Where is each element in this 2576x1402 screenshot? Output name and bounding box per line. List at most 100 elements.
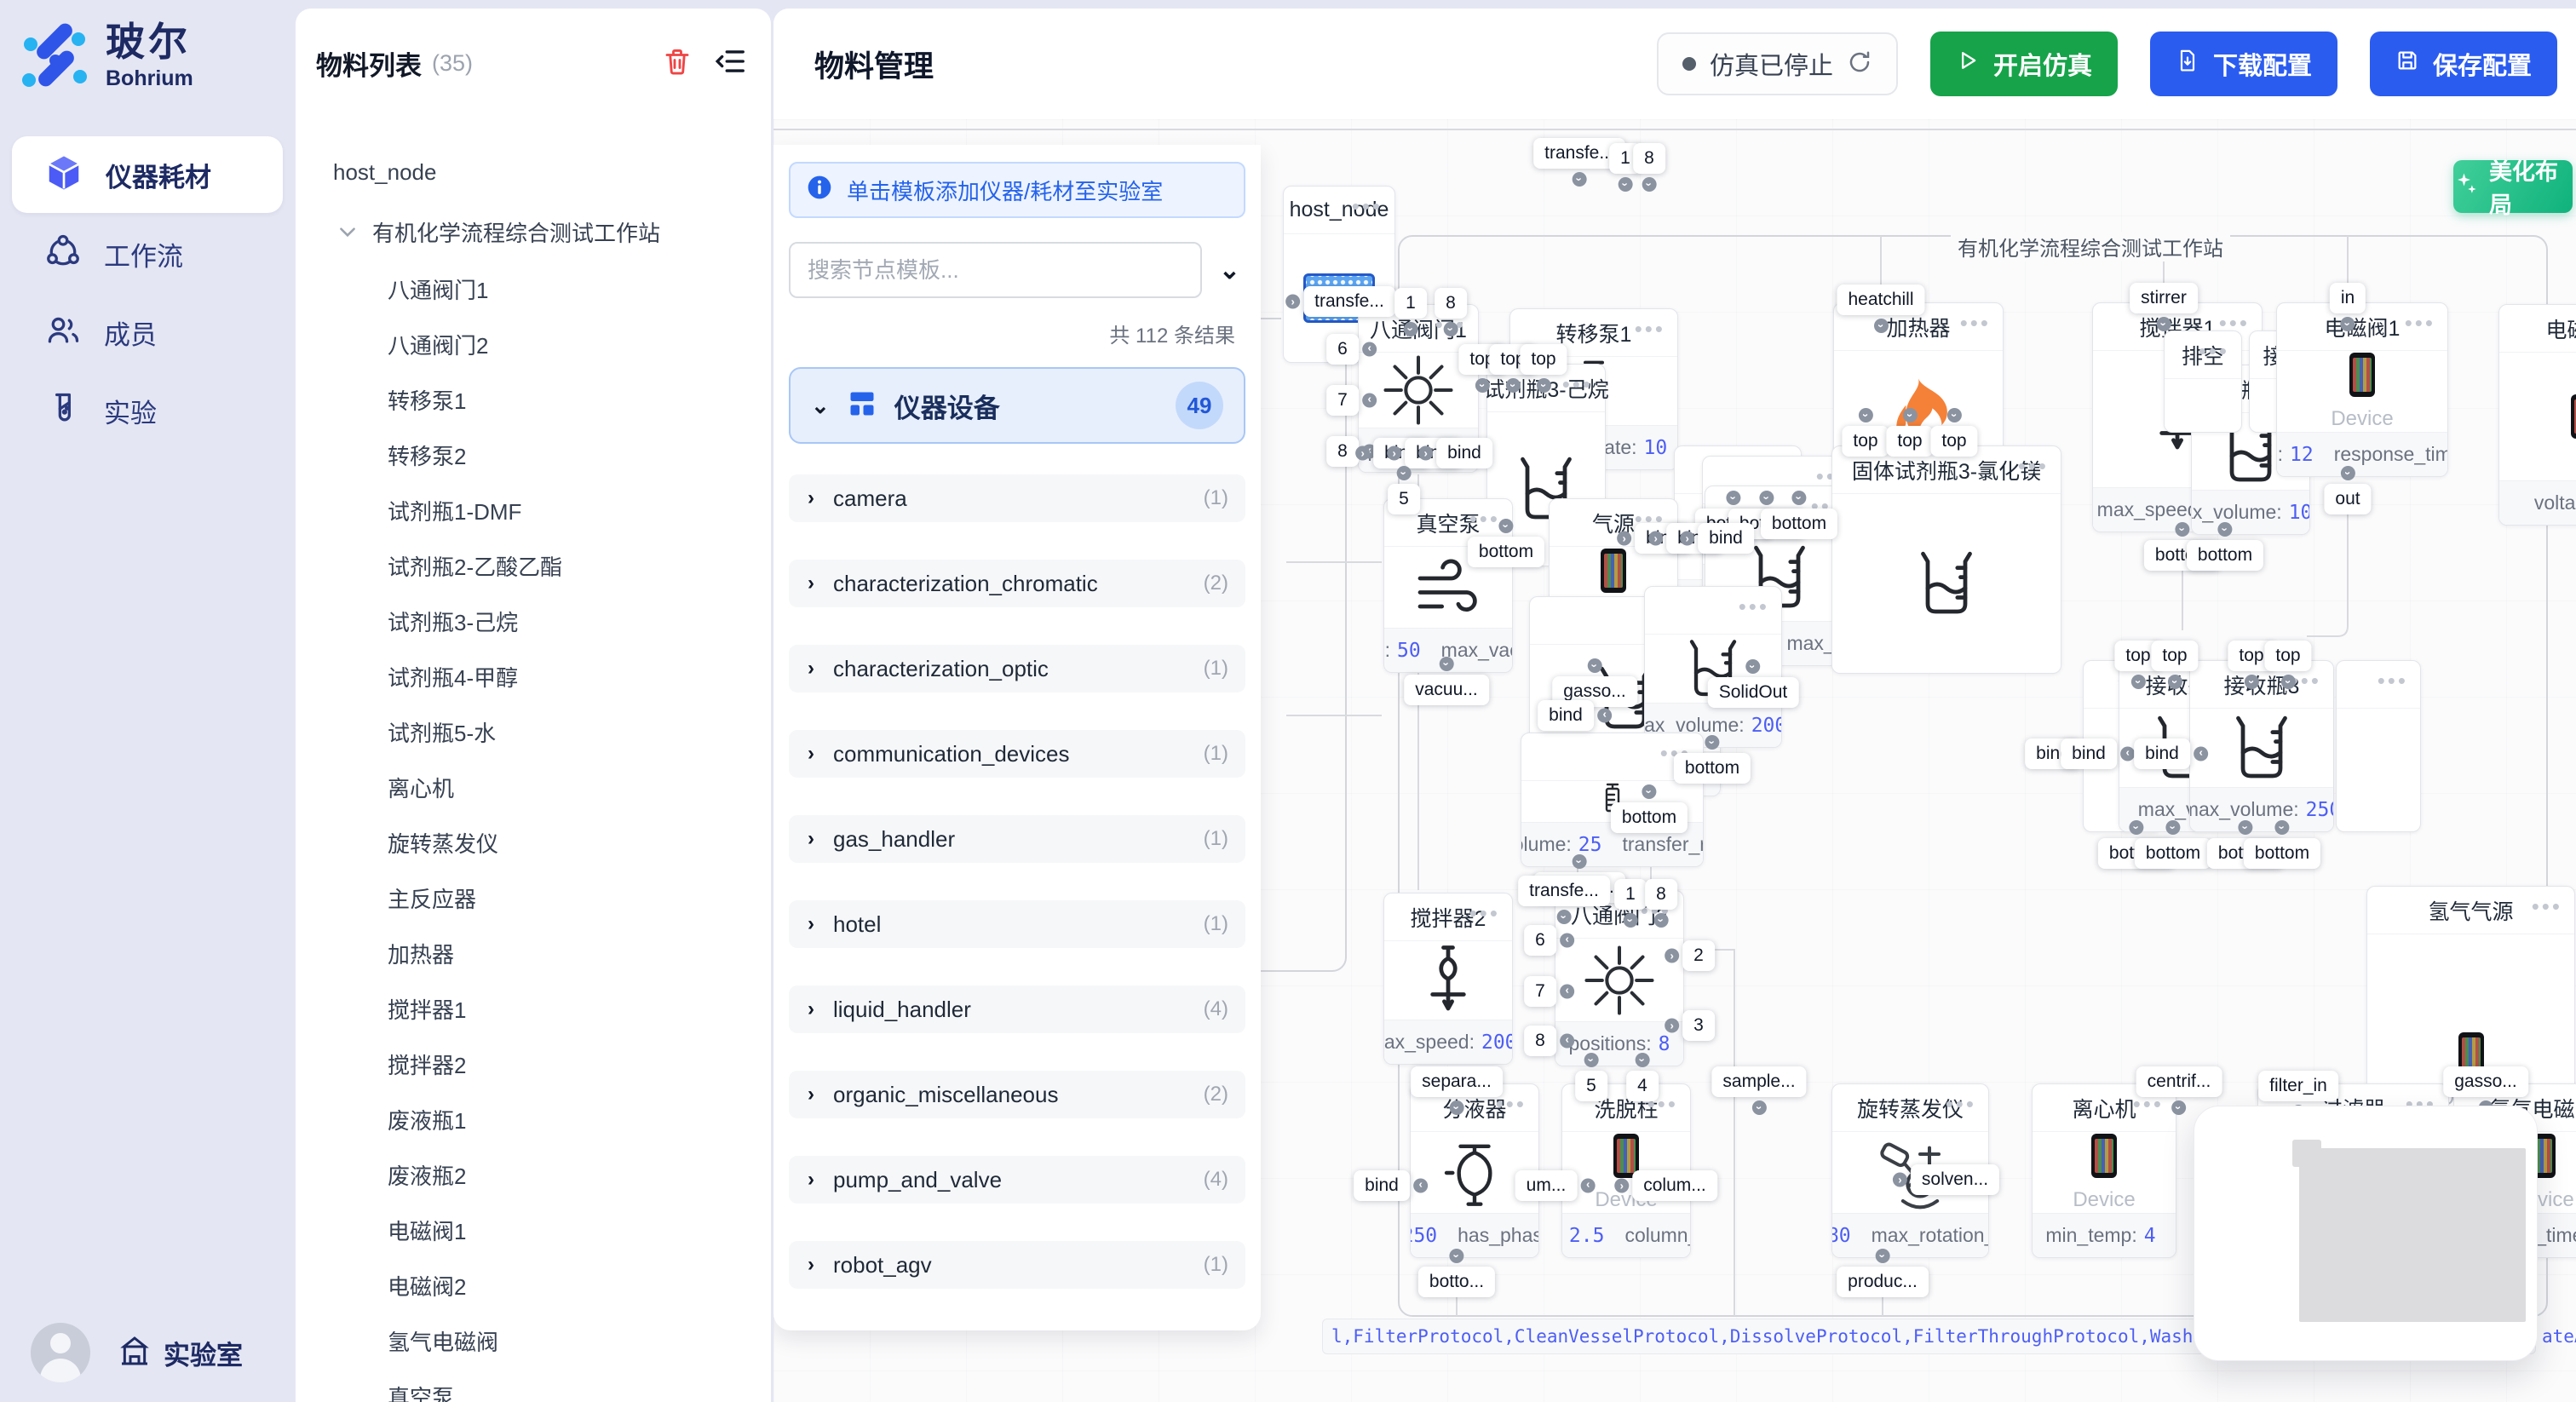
search-template-input[interactable]	[789, 242, 1202, 298]
canvas-node[interactable]: 真空泵••• pump_rate:50max_vacuum:0.1	[1383, 498, 1513, 673]
port-chip[interactable]: top›	[2151, 641, 2198, 671]
canvas-node[interactable]: 电磁阀2••• voltage:12	[2498, 304, 2576, 526]
category-row-communication_devices[interactable]: › communication_devices (1)	[789, 730, 1245, 778]
tree-group[interactable]: 有机化学流程综合测试工作站	[296, 202, 771, 261]
port-chip[interactable]: centrif...›	[2136, 1066, 2222, 1097]
category-row-pump_and_valve[interactable]: › pump_and_valve (4)	[789, 1156, 1245, 1204]
sidebar-item-workflow[interactable]: 工作流	[12, 215, 283, 293]
category-row-organic_miscellaneous[interactable]: › organic_miscellaneous (2)	[789, 1071, 1245, 1118]
port-chip[interactable]: colum...›	[1632, 1170, 1717, 1201]
category-row-liquid_handler[interactable]: › liquid_handler (4)	[789, 985, 1245, 1033]
port-chip[interactable]: 7›	[1524, 976, 1556, 1007]
port-chip[interactable]: bottom›	[1468, 537, 1544, 567]
tree-item[interactable]: 转移泵1	[296, 372, 771, 428]
start-simulation-button[interactable]: 开启仿真	[1930, 32, 2118, 96]
tree-item[interactable]: 离心机	[296, 760, 771, 815]
port-chip[interactable]: bind›	[1538, 700, 1594, 731]
port-chip[interactable]: 5›	[1575, 1071, 1607, 1101]
canvas-node[interactable]: •••	[2336, 660, 2421, 832]
tree-item[interactable]: 试剂瓶5-水	[296, 704, 771, 760]
category-row-characterization_optic[interactable]: › characterization_optic (1)	[789, 645, 1245, 692]
node-menu-icon[interactable]: •••	[2199, 338, 2229, 365]
port-chip[interactable]: 6›	[1326, 334, 1359, 365]
node-menu-icon[interactable]: •••	[1946, 1091, 1976, 1118]
port-chip[interactable]: 8›	[1633, 143, 1665, 174]
node-menu-icon[interactable]: •••	[2532, 893, 2562, 920]
category-row-hotel[interactable]: › hotel (1)	[789, 900, 1245, 948]
node-menu-icon[interactable]: •••	[1562, 371, 1593, 398]
tree-item[interactable]: 试剂瓶4-甲醇	[296, 649, 771, 704]
port-chip[interactable]: heatchill›	[1837, 284, 1924, 315]
port-chip[interactable]: 8›	[1645, 879, 1677, 910]
tree-item[interactable]: 旋转蒸发仪	[296, 815, 771, 871]
port-chip[interactable]: 8›	[1524, 1026, 1556, 1056]
port-chip[interactable]: top›	[2264, 641, 2311, 671]
tree-item[interactable]: 转移泵2	[296, 428, 771, 483]
node-menu-icon[interactable]: •••	[1739, 594, 1769, 620]
tree-item[interactable]: 试剂瓶2-乙酸乙酯	[296, 538, 771, 594]
tree-item[interactable]: 废液瓶1	[296, 1092, 771, 1147]
node-menu-icon[interactable]: •••	[1635, 316, 1665, 342]
port-chip[interactable]: 1›	[1614, 879, 1647, 910]
port-chip[interactable]: top›	[1930, 426, 1977, 457]
node-menu-icon[interactable]: •••	[2405, 310, 2435, 336]
tree-item[interactable]: 搅拌器1	[296, 981, 771, 1037]
port-chip[interactable]: um...›	[1515, 1170, 1578, 1201]
port-chip[interactable]: 8›	[1326, 436, 1359, 467]
tree-item[interactable]: 搅拌器2	[296, 1037, 771, 1092]
port-chip[interactable]: solven...›	[1911, 1164, 1999, 1195]
port-chip[interactable]: in›	[2330, 283, 2366, 313]
port-chip[interactable]: top›	[1886, 426, 1933, 457]
sidebar-item-instruments[interactable]: 仪器耗材	[12, 136, 283, 213]
canvas-node[interactable]: 电磁阀1••• Devicevoltage:12response_time:0.…	[2276, 302, 2448, 477]
save-config-button[interactable]: 保存配置	[2370, 32, 2557, 96]
node-menu-icon[interactable]: •••	[2018, 453, 2049, 480]
port-chip[interactable]: bind›	[2134, 738, 2190, 769]
sidebar-item-experiments[interactable]: 实验	[12, 371, 283, 450]
beautify-layout-button[interactable]: 美化布局	[2453, 160, 2573, 213]
tree-item[interactable]: 氢气电磁阀	[296, 1313, 771, 1369]
download-config-button[interactable]: 下载配置	[2150, 32, 2337, 96]
tree-item[interactable]: 主反应器	[296, 871, 771, 926]
port-chip[interactable]: bind›	[1354, 1170, 1410, 1201]
tree-item-root[interactable]: host_node	[296, 142, 771, 202]
collapse-panel-icon[interactable]	[715, 45, 747, 82]
port-chip[interactable]: sample...›	[1711, 1066, 1806, 1097]
collapse-palette-icon[interactable]: ⌄	[1219, 256, 1245, 285]
port-chip[interactable]: bottom›	[1674, 753, 1751, 784]
port-chip[interactable]: gasso...›	[2443, 1066, 2528, 1097]
port-chip[interactable]: bind›	[2061, 738, 2117, 769]
refresh-icon[interactable]	[1847, 49, 1872, 79]
canvas-node[interactable]: 搅拌器2••• max_speed:2000	[1383, 893, 1513, 1065]
tree-item[interactable]: 试剂瓶3-己烷	[296, 594, 771, 649]
category-row-characterization_chromatic[interactable]: › characterization_chromatic (2)	[789, 560, 1245, 607]
category-row-gas_handler[interactable]: › gas_handler (1)	[789, 815, 1245, 863]
port-chip[interactable]: bottom›	[1761, 509, 1837, 539]
port-chip[interactable]: produc...›	[1837, 1267, 1929, 1297]
port-chip[interactable]: 7›	[1326, 385, 1359, 416]
category-row-camera[interactable]: › camera (1)	[789, 474, 1245, 522]
lab-switcher[interactable]: 实验室	[118, 1334, 243, 1372]
tree-item[interactable]: 试剂瓶1-DMF	[296, 483, 771, 538]
port-chip[interactable]: transfe...›	[1303, 286, 1395, 317]
port-chip[interactable]: botto...›	[1418, 1267, 1495, 1297]
port-chip[interactable]: 5›	[1388, 484, 1420, 514]
canvas-node[interactable]: 固体试剂瓶3-氯化镁•••	[1831, 445, 2061, 674]
sidebar-item-members[interactable]: 成员	[12, 293, 283, 371]
port-chip[interactable]: separa...›	[1411, 1066, 1503, 1097]
tree-item[interactable]: 加热器	[296, 926, 771, 981]
port-chip[interactable]: filter_in›	[2258, 1071, 2338, 1101]
port-chip[interactable]: bottom›	[2135, 838, 2211, 869]
avatar[interactable]	[31, 1323, 90, 1382]
port-chip[interactable]: bottom›	[1611, 802, 1688, 833]
canvas-node[interactable]: 离心机••• Devicetemp:40min_temp:4max_spe	[2032, 1083, 2176, 1258]
port-chip[interactable]: 1›	[1394, 288, 1427, 319]
port-chip[interactable]: 6›	[1524, 925, 1556, 956]
node-menu-icon[interactable]: •••	[1469, 900, 1500, 927]
port-chip[interactable]: bind›	[1698, 523, 1754, 554]
category-row-robot_agv[interactable]: › robot_agv (1)	[789, 1241, 1245, 1289]
trash-icon[interactable]	[662, 46, 693, 81]
canvas-node[interactable]: ••• max_volume:2000	[1644, 586, 1782, 748]
node-menu-icon[interactable]: •••	[1960, 310, 1991, 336]
port-chip[interactable]: transfe...›	[1518, 876, 1610, 906]
